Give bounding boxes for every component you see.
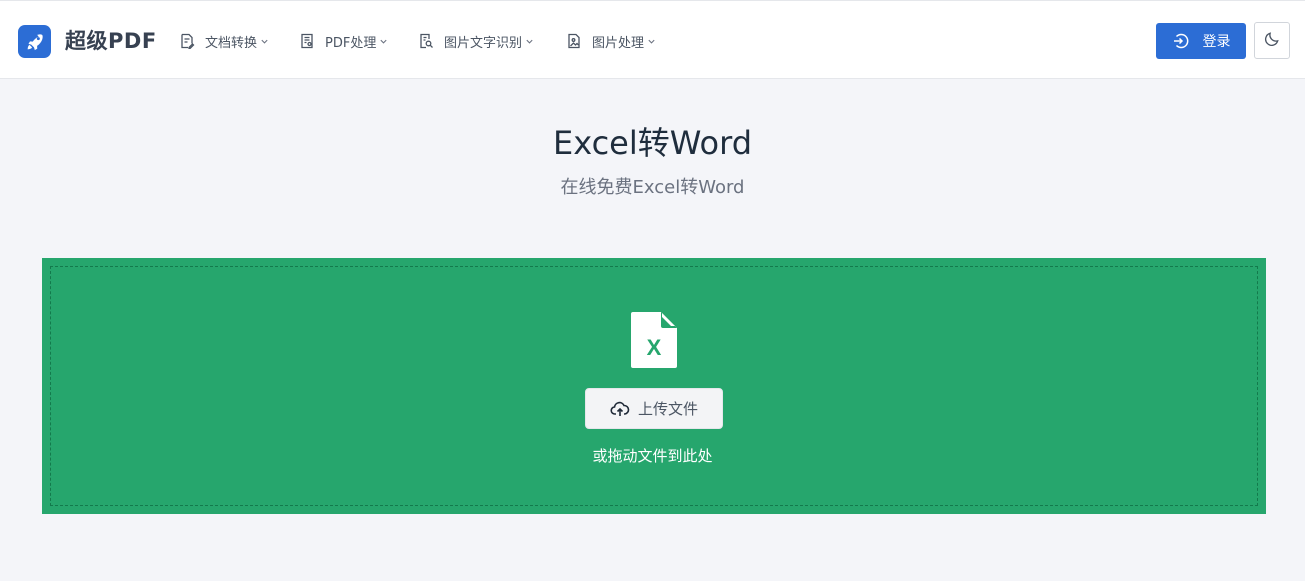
nav-image-process[interactable]: 图片处理 [565,30,656,52]
rocket-icon[interactable] [18,25,51,58]
page-title: Excel转Word [552,124,753,162]
upload-button-label: 上传文件 [637,400,698,418]
nav-pdf-process[interactable]: PDF处理 [298,30,388,52]
file-icon-letter: X [647,335,662,360]
drag-hint-text: 或拖动文件到此处 [592,447,713,465]
top-navbar: 超级PDF 文档转换 PDF处理 图片文字识别 图片处理 登录 [0,0,1305,79]
image-file-icon [565,32,583,50]
pdf-document-icon [298,32,316,50]
upload-file-button[interactable]: 上传文件 [585,388,723,429]
cloud-upload-icon [610,399,630,419]
nav-label: 文档转换 [205,35,258,51]
moon-icon [1264,30,1281,51]
chevron-down-icon [647,37,656,46]
brand-name[interactable]: 超级PDF [65,28,157,54]
nav-label: 图片文字识别 [444,35,523,51]
chevron-down-icon [525,37,534,46]
upload-dropzone[interactable] [42,258,1266,514]
page-subtitle: 在线免费Excel转Word [560,177,745,198]
login-icon [1172,32,1190,50]
login-label: 登录 [1202,34,1231,50]
nav-label: PDF处理 [325,35,377,51]
document-search-icon [417,32,435,50]
nav-image-ocr[interactable]: 图片文字识别 [417,30,534,52]
dropzone-border [50,266,1258,506]
nav-label: 图片处理 [592,35,645,51]
nav-document-convert[interactable]: 文档转换 [178,30,269,52]
document-edit-icon [178,32,196,50]
chevron-down-icon [379,37,388,46]
theme-toggle-button[interactable] [1254,22,1290,59]
login-button[interactable]: 登录 [1156,23,1246,59]
excel-file-icon: X [631,312,677,368]
chevron-down-icon [260,37,269,46]
